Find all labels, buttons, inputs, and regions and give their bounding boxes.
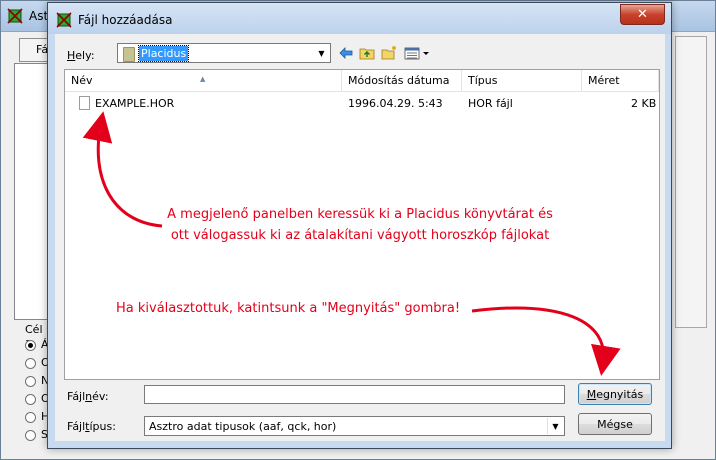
arrow-to-file	[82, 111, 163, 228]
annotation-arrows	[82, 111, 621, 376]
arrow-to-open-button	[471, 306, 621, 376]
